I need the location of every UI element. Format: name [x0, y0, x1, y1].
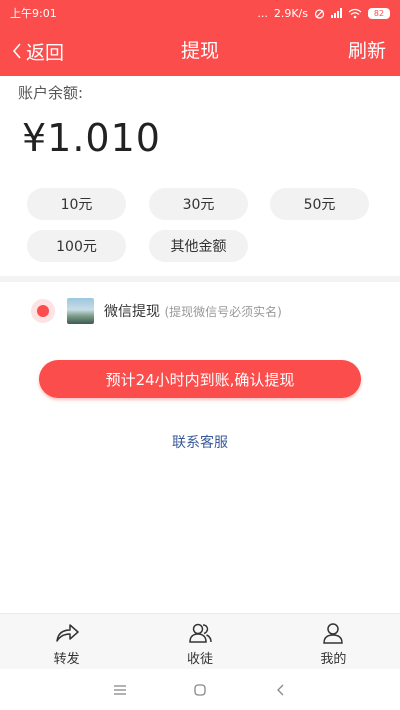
balance-label: 账户余额:: [18, 84, 84, 102]
tab-mine[interactable]: 我的: [267, 614, 400, 669]
share-icon: [55, 624, 79, 642]
amount-option-30[interactable]: 30元: [149, 188, 248, 220]
nav-bar: 返回 提现 刷新: [0, 26, 400, 76]
wechat-avatar-icon: [67, 298, 94, 324]
back-button[interactable]: 返回: [12, 26, 64, 76]
amount-option-100[interactable]: 100元: [27, 230, 126, 262]
payment-method-name: 微信提现: [104, 304, 160, 320]
status-time: 上午9:01: [10, 7, 57, 20]
status-indicators: ... 2.9K/s 82: [257, 7, 390, 20]
signal-icon: [331, 8, 342, 18]
back-icon[interactable]: [265, 675, 295, 705]
menu-icon[interactable]: [105, 675, 135, 705]
network-speed: 2.9K/s: [273, 6, 308, 20]
amount-option-other[interactable]: 其他金额: [149, 230, 248, 262]
amount-option-10[interactable]: 10元: [27, 188, 126, 220]
back-label: 返回: [26, 41, 65, 64]
wechat-withdraw-option[interactable]: 微信提现 (提现微信号必须实名): [0, 293, 400, 329]
person-icon: [323, 623, 344, 644]
tab-share[interactable]: 转发: [0, 614, 133, 669]
chevron-left-icon: [12, 43, 21, 59]
balance-amount: ¥1.010: [22, 116, 161, 160]
tab-recruit[interactable]: 收徒: [133, 614, 266, 669]
tab-mine-label: 我的: [320, 652, 347, 667]
home-icon[interactable]: [185, 675, 215, 705]
wifi-icon: [348, 8, 362, 18]
status-dots: ...: [257, 6, 268, 20]
users-icon: [189, 623, 212, 643]
payment-method-label: 微信提现 (提现微信号必须实名): [104, 301, 282, 321]
refresh-button[interactable]: 刷新: [348, 26, 386, 76]
tab-bar: 转发 收徒 我的: [0, 613, 400, 669]
confirm-withdraw-button[interactable]: 预计24小时内到账,确认提现: [39, 360, 361, 398]
tab-recruit-label: 收徒: [186, 652, 213, 667]
battery-icon: 82: [368, 7, 390, 19]
tab-share-label: 转发: [53, 652, 80, 667]
alarm-icon: [314, 8, 325, 19]
payment-method-note: (提现微信号必须实名): [164, 305, 282, 319]
radio-selected-icon[interactable]: [31, 299, 55, 323]
section-divider: [0, 276, 400, 282]
amount-option-50[interactable]: 50元: [270, 188, 369, 220]
system-nav-bar: [0, 669, 400, 710]
status-bar: 上午9:01 ... 2.9K/s 82: [0, 0, 400, 26]
contact-service-link[interactable]: 联系客服: [0, 432, 400, 452]
